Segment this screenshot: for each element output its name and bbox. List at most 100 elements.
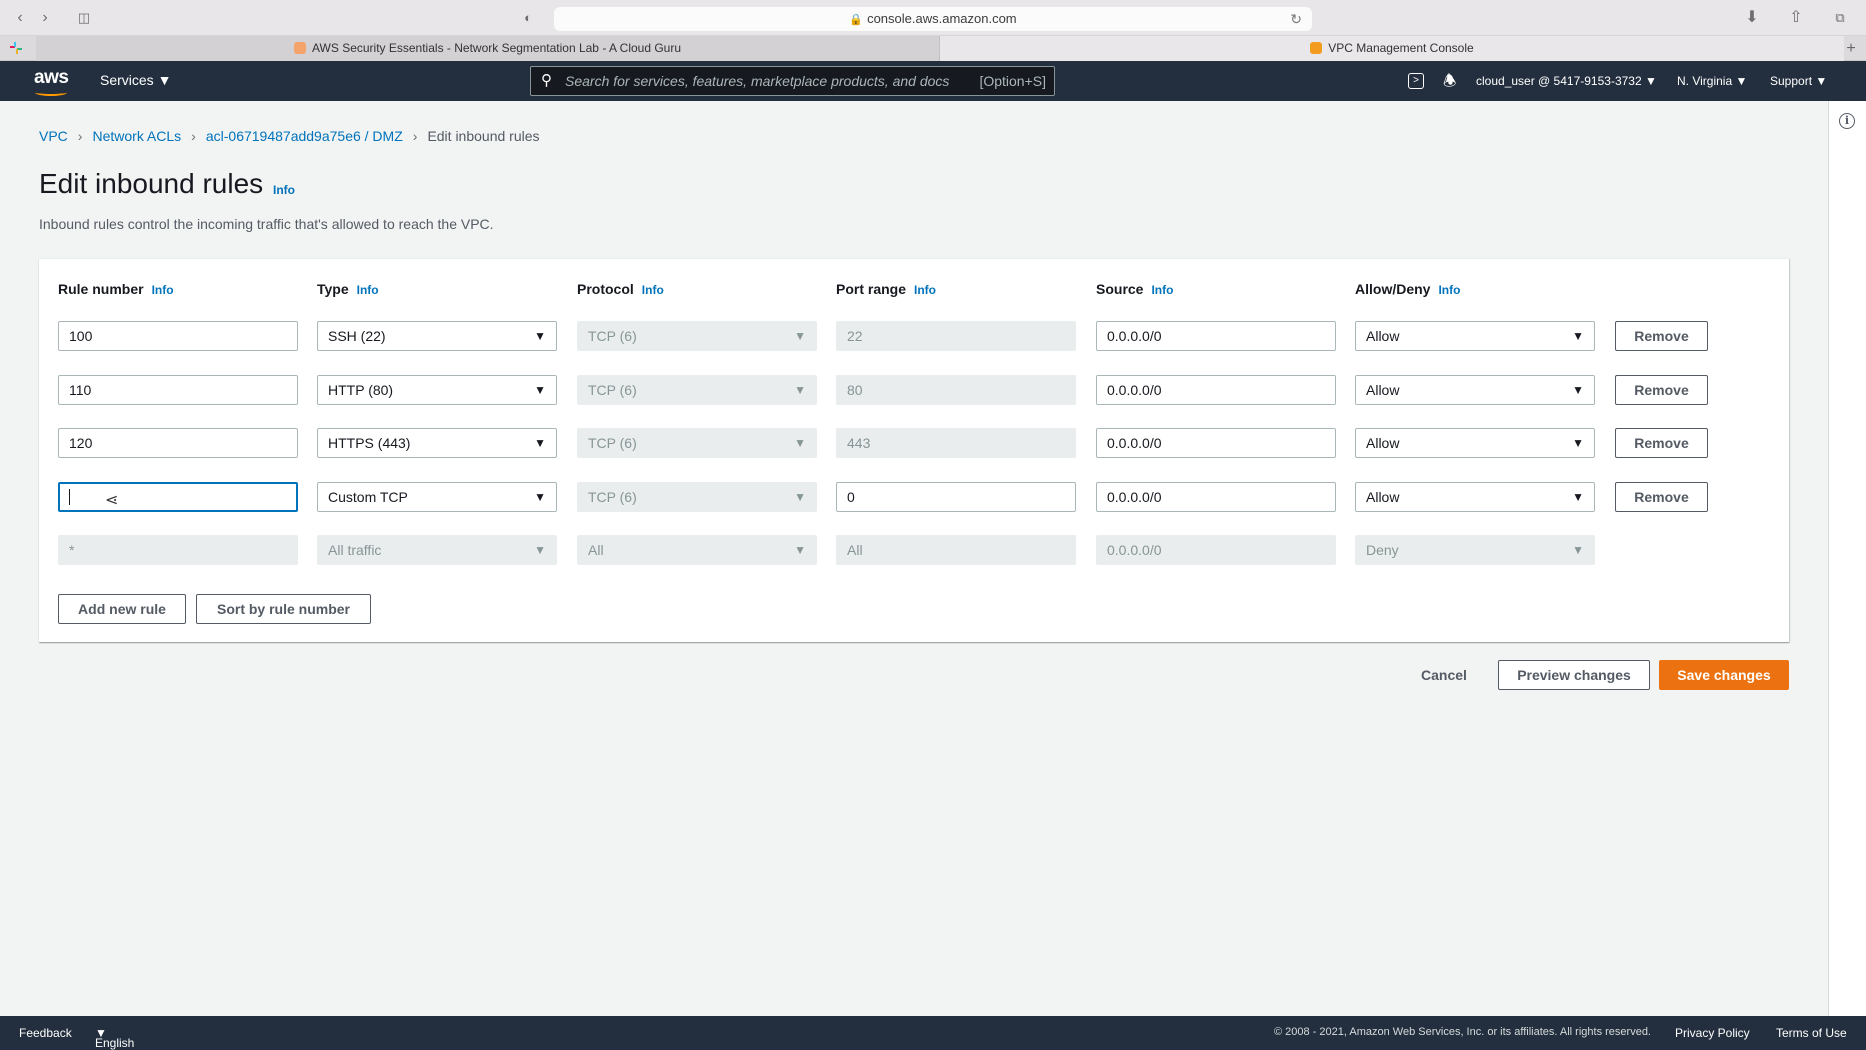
column-header-protocol: Protocol Info (577, 281, 664, 297)
info-link[interactable]: Info (357, 283, 379, 297)
page-description: Inbound rules control the incoming traff… (39, 216, 494, 232)
global-search-input[interactable]: ⚲ Search for services, features, marketp… (530, 66, 1055, 96)
info-link[interactable]: Info (914, 283, 936, 297)
type-select[interactable]: SSH (22) ▼ (317, 321, 557, 351)
type-select[interactable]: HTTPS (443) ▼ (317, 428, 557, 458)
allow-deny-select[interactable]: Allow ▼ (1355, 428, 1595, 458)
ibeam-cursor-icon: ⋖ (105, 492, 119, 509)
add-new-rule-button[interactable]: Add new rule (58, 594, 186, 624)
caret-down-icon: ▼ (794, 490, 806, 504)
breadcrumb-acl[interactable]: acl-06719487add9a75e6 / DMZ (206, 128, 403, 144)
help-panel-rail: i (1828, 101, 1866, 1016)
remove-rule-button[interactable]: Remove (1615, 428, 1708, 458)
privacy-policy-link[interactable]: Privacy Policy (1675, 1026, 1750, 1040)
remove-rule-button[interactable]: Remove (1615, 321, 1708, 351)
aws-logo[interactable]: aws (34, 67, 69, 96)
caret-down-icon: ▼ (534, 436, 546, 450)
browser-tab-bar: AWS Security Essentials - Network Segmen… (0, 36, 1866, 61)
cancel-button[interactable]: Cancel (1421, 660, 1467, 690)
forward-icon[interactable]: › (35, 8, 55, 28)
bell-icon[interactable]: 🕭 (1443, 71, 1456, 96)
protocol-select: TCP (6) ▼ (577, 321, 817, 351)
allow-deny-select: Deny ▼ (1355, 535, 1595, 565)
source-input[interactable]: 0.0.0.0/0 (1096, 321, 1336, 351)
tabs-overview-icon[interactable]: ⧉ (1830, 8, 1850, 28)
caret-down-icon: ▼ (534, 543, 546, 557)
source-input[interactable]: 0.0.0.0/0 (1096, 428, 1336, 458)
allow-deny-select[interactable]: Allow ▼ (1355, 482, 1595, 512)
column-header-rule-number: Rule number Info (58, 281, 174, 297)
column-header-type: Type Info (317, 281, 379, 297)
allow-deny-select[interactable]: Allow ▼ (1355, 375, 1595, 405)
sort-by-rule-number-button[interactable]: Sort by rule number (196, 594, 371, 624)
chevron-right-icon: › (412, 128, 418, 144)
column-header-source: Source Info (1096, 281, 1174, 297)
new-tab-icon[interactable]: + (1840, 36, 1862, 61)
browser-tab-vpc-console[interactable]: VPC Management Console (940, 36, 1844, 61)
source-input[interactable]: 0.0.0.0/0 (1096, 375, 1336, 405)
sidebar-toggle-icon[interactable]: ◫ (74, 8, 94, 28)
rule-number-input[interactable]: 100 (58, 321, 298, 351)
lock-icon: 🔒 (849, 14, 864, 26)
caret-down-icon: ▼ (1572, 543, 1584, 557)
region-menu[interactable]: N. Virginia ▼ (1677, 74, 1747, 88)
breadcrumb-vpc[interactable]: VPC (39, 128, 68, 144)
allow-deny-select[interactable]: Allow ▼ (1355, 321, 1595, 351)
protocol-select: TCP (6) ▼ (577, 375, 817, 405)
source-input: 0.0.0.0/0 (1096, 535, 1336, 565)
rule-number-input: * (58, 535, 298, 565)
caret-down-icon: ▼ (1572, 490, 1584, 504)
share-icon[interactable]: ⇧ (1786, 8, 1806, 28)
cloud-favicon-icon (293, 42, 306, 54)
info-link[interactable]: Info (1151, 283, 1173, 297)
address-bar[interactable]: 🔒 console.aws.amazon.com ↻ (554, 7, 1312, 31)
cloudshell-icon[interactable]: > (1408, 73, 1424, 89)
tab-title: VPC Management Console (1328, 41, 1474, 55)
language-selector[interactable]: English (US) ▼ (95, 1026, 134, 1050)
info-link[interactable]: Info (642, 283, 664, 297)
page-title: Edit inbound rules (39, 168, 264, 199)
caret-down-icon: ▼ (534, 490, 546, 504)
rule-number-input[interactable]: 120 (58, 428, 298, 458)
page-info-link[interactable]: Info (273, 183, 295, 197)
feedback-link[interactable]: Feedback (19, 1026, 72, 1040)
terms-of-use-link[interactable]: Terms of Use (1776, 1026, 1847, 1040)
browser-toolbar: ‹ › ◫ ◐ 🔒 console.aws.amazon.com ↻ ⬇ ⇧ ⧉ (0, 0, 1866, 36)
breadcrumb-network-acls[interactable]: Network ACLs (92, 128, 181, 144)
browser-tab-acloudguru[interactable]: AWS Security Essentials - Network Segmen… (36, 36, 940, 61)
text-cursor (69, 489, 70, 505)
port-range-input[interactable]: 0 (836, 482, 1076, 512)
remove-rule-button[interactable]: Remove (1615, 375, 1708, 405)
services-menu[interactable]: Services ▼ (100, 72, 171, 88)
preview-changes-button[interactable]: Preview changes (1498, 660, 1650, 690)
source-input[interactable]: 0.0.0.0/0 (1096, 482, 1336, 512)
inbound-rules-panel: Rule number Info Type Info Protocol Info Po… (39, 258, 1789, 642)
download-icon[interactable]: ⬇ (1742, 8, 1762, 28)
search-shortcut: [Option+S] (979, 73, 1046, 89)
caret-down-icon: ▼ (794, 436, 806, 450)
account-menu[interactable]: cloud_user @ 5417-9153-3732 ▼ (1476, 74, 1657, 88)
caret-down-icon: ▼ (1572, 329, 1584, 343)
support-menu[interactable]: Support ▼ (1770, 74, 1827, 88)
column-header-allow-deny: Allow/Deny Info (1355, 281, 1461, 297)
save-changes-button[interactable]: Save changes (1659, 660, 1789, 690)
info-link[interactable]: Info (1438, 283, 1460, 297)
caret-down-icon: ▼ (794, 543, 806, 557)
rule-number-input-focused[interactable]: ⋖ (58, 482, 298, 512)
type-select[interactable]: Custom TCP ▼ (317, 482, 557, 512)
type-select[interactable]: HTTP (80) ▼ (317, 375, 557, 405)
aws-favicon-icon (1310, 42, 1323, 54)
caret-down-icon: ▼ (794, 329, 806, 343)
port-range-input: 80 (836, 375, 1076, 405)
info-link[interactable]: Info (152, 283, 174, 297)
remove-rule-button[interactable]: Remove (1615, 482, 1708, 512)
caret-down-icon: ▼ (534, 329, 546, 343)
shield-icon[interactable]: ◐ (518, 8, 538, 28)
back-icon[interactable]: ‹ (10, 8, 30, 28)
slack-icon[interactable] (9, 41, 23, 55)
port-range-input: All (836, 535, 1076, 565)
info-icon[interactable]: i (1839, 113, 1855, 129)
rule-number-input[interactable]: 110 (58, 375, 298, 405)
caret-down-icon: ▼ (1572, 383, 1584, 397)
reload-icon[interactable]: ↻ (1290, 7, 1302, 31)
